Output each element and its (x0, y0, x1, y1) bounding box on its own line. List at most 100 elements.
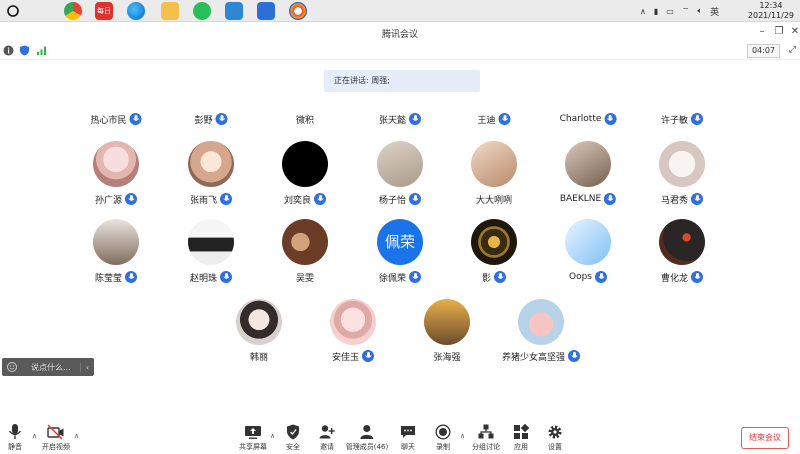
participant-name-text: BAEKLNE (559, 194, 602, 204)
mute-options-chevron-icon[interactable]: ∧ (32, 432, 37, 440)
fullscreen-icon[interactable]: ⤢ (789, 45, 796, 55)
text-avatar[interactable]: 佩荣 (377, 219, 423, 265)
phone-icon[interactable]: ▮ (654, 7, 658, 16)
avatar[interactable] (471, 219, 517, 265)
participant-name: 彭野 (194, 112, 228, 126)
manage-members-button[interactable]: 管理成员(46) (346, 418, 388, 454)
participant-name: 张雨飞 (189, 192, 233, 206)
title-bar: 腾讯会议 – ❐ ✕ (0, 22, 800, 42)
manage-members-label: 管理成员(46) (345, 443, 389, 451)
participant-name-text: 热心市民 (90, 115, 127, 126)
ime-indicator[interactable]: 英 (710, 5, 719, 18)
avatar[interactable] (565, 219, 611, 265)
bottom-toolbar: 静音 ∧ 开启视频 ∧ 共享屏幕 ∧ 安全 邀请 管理成员(46) 聊天 录制 … (0, 418, 800, 454)
add-user-icon (319, 425, 335, 439)
avatar[interactable] (659, 141, 705, 187)
participant-name-text: 韩丽 (249, 352, 269, 363)
microphone-on-icon (220, 271, 233, 283)
participant-name-text: 微积 (295, 115, 315, 126)
video-off-icon (47, 424, 64, 440)
participant-name-text: 张雨飞 (189, 195, 218, 206)
participant-name: Charlotte (560, 112, 617, 126)
apps-icon (514, 424, 529, 439)
news-app-icon[interactable]: 每日 (95, 2, 113, 20)
meeting-window: 每日 ∧ ▮ ▭ ⌔ 🔈︎ 英 12:34 2021/11/29 腾讯会议 – … (0, 0, 800, 454)
participant-name: 刘奕良 (284, 192, 327, 206)
participant-name: 杨子怡 (378, 192, 422, 206)
invite-button[interactable]: 邀请 (319, 418, 335, 454)
video-options-chevron-icon[interactable]: ∧ (74, 432, 79, 440)
participant-name: 王迪 (477, 112, 511, 126)
chat-button[interactable]: 聊天 (400, 418, 416, 454)
taskbar-clock[interactable]: 12:34 2021/11/29 (748, 1, 794, 21)
restore-icon[interactable]: ❐ (772, 25, 786, 39)
avatar[interactable] (330, 299, 376, 345)
battery-icon[interactable]: ▭ (666, 7, 674, 16)
chevron-up-icon[interactable]: ∧ (640, 7, 646, 16)
invite-label: 邀请 (320, 443, 334, 451)
microphone-icon (8, 424, 22, 439)
info-icon[interactable] (3, 45, 14, 56)
avatar[interactable] (282, 219, 328, 265)
store-icon[interactable] (225, 2, 243, 20)
avatar[interactable] (659, 219, 705, 265)
edge-icon[interactable] (127, 2, 145, 20)
participant-name-text: 陈莹莹 (94, 273, 123, 284)
participant-name: BAEKLNE (559, 192, 617, 206)
participant-name: 影 (481, 270, 507, 284)
microphone-on-icon (691, 193, 704, 205)
apps-button[interactable]: 应用 (513, 418, 529, 454)
avatar[interactable] (236, 299, 282, 345)
windows-taskbar: 每日 ∧ ▮ ▭ ⌔ 🔈︎ 英 12:34 2021/11/29 (0, 0, 800, 22)
minimize-icon[interactable]: – (755, 25, 769, 39)
shield-icon[interactable] (19, 45, 30, 56)
microphone-on-icon (595, 271, 607, 283)
avatar[interactable] (424, 299, 470, 345)
collapse-chevron-icon[interactable]: ‹ (80, 362, 94, 372)
participant-name-text: 安佳玉 (331, 352, 360, 363)
browser-icon[interactable] (64, 2, 82, 20)
emoji-icon[interactable] (7, 362, 17, 372)
signal-icon[interactable] (36, 45, 47, 56)
participant-name: 热心市民 (90, 112, 142, 126)
record-options-chevron-icon[interactable]: ∧ (460, 432, 465, 440)
microphone-on-icon (125, 271, 138, 283)
share-screen-button[interactable]: 共享屏幕 (239, 418, 267, 454)
avatar[interactable] (93, 219, 139, 265)
folder-icon[interactable] (161, 2, 179, 20)
share-options-chevron-icon[interactable]: ∧ (270, 432, 275, 440)
wechat-icon[interactable] (193, 2, 211, 20)
security-button[interactable]: 安全 (286, 418, 300, 454)
settings-button[interactable]: 设置 (547, 418, 563, 454)
participant-name-text: 杨子怡 (378, 195, 407, 206)
participant-name-text: 影 (481, 273, 492, 284)
close-icon[interactable]: ✕ (788, 25, 800, 39)
start-icon[interactable] (6, 4, 20, 18)
participant-name: 韩丽 (250, 349, 268, 363)
settings-label: 设置 (548, 443, 562, 451)
chat-icon (401, 426, 415, 438)
volume-icon[interactable]: 🔈︎ (697, 6, 702, 16)
paint-icon[interactable] (289, 2, 307, 20)
avatar[interactable] (188, 219, 234, 265)
avatar[interactable] (377, 141, 423, 187)
avatar[interactable] (471, 141, 517, 187)
gear-icon (548, 425, 562, 439)
apps-label: 应用 (514, 443, 528, 451)
end-meeting-button[interactable]: 结束会议 (741, 427, 789, 449)
record-button[interactable]: 录制 (435, 418, 451, 454)
avatar[interactable] (188, 141, 234, 187)
avatar[interactable] (282, 141, 328, 187)
chat-quick-input[interactable]: 说点什么... ‹ (2, 358, 94, 376)
avatar[interactable] (518, 299, 564, 345)
avatar[interactable] (565, 141, 611, 187)
meeting-app-icon[interactable] (257, 2, 275, 20)
video-button[interactable]: 开启视频 (42, 418, 70, 454)
breakout-button[interactable]: 分组讨论 (472, 418, 500, 454)
mute-button[interactable]: 静音 (8, 418, 22, 454)
participant-name-text: 徐佩荣 (378, 273, 407, 284)
participant-name: 吴雯 (296, 270, 314, 284)
clock-time: 12:34 (759, 1, 783, 10)
avatar[interactable] (93, 141, 139, 187)
wifi-icon[interactable]: ⌔ (682, 6, 690, 16)
